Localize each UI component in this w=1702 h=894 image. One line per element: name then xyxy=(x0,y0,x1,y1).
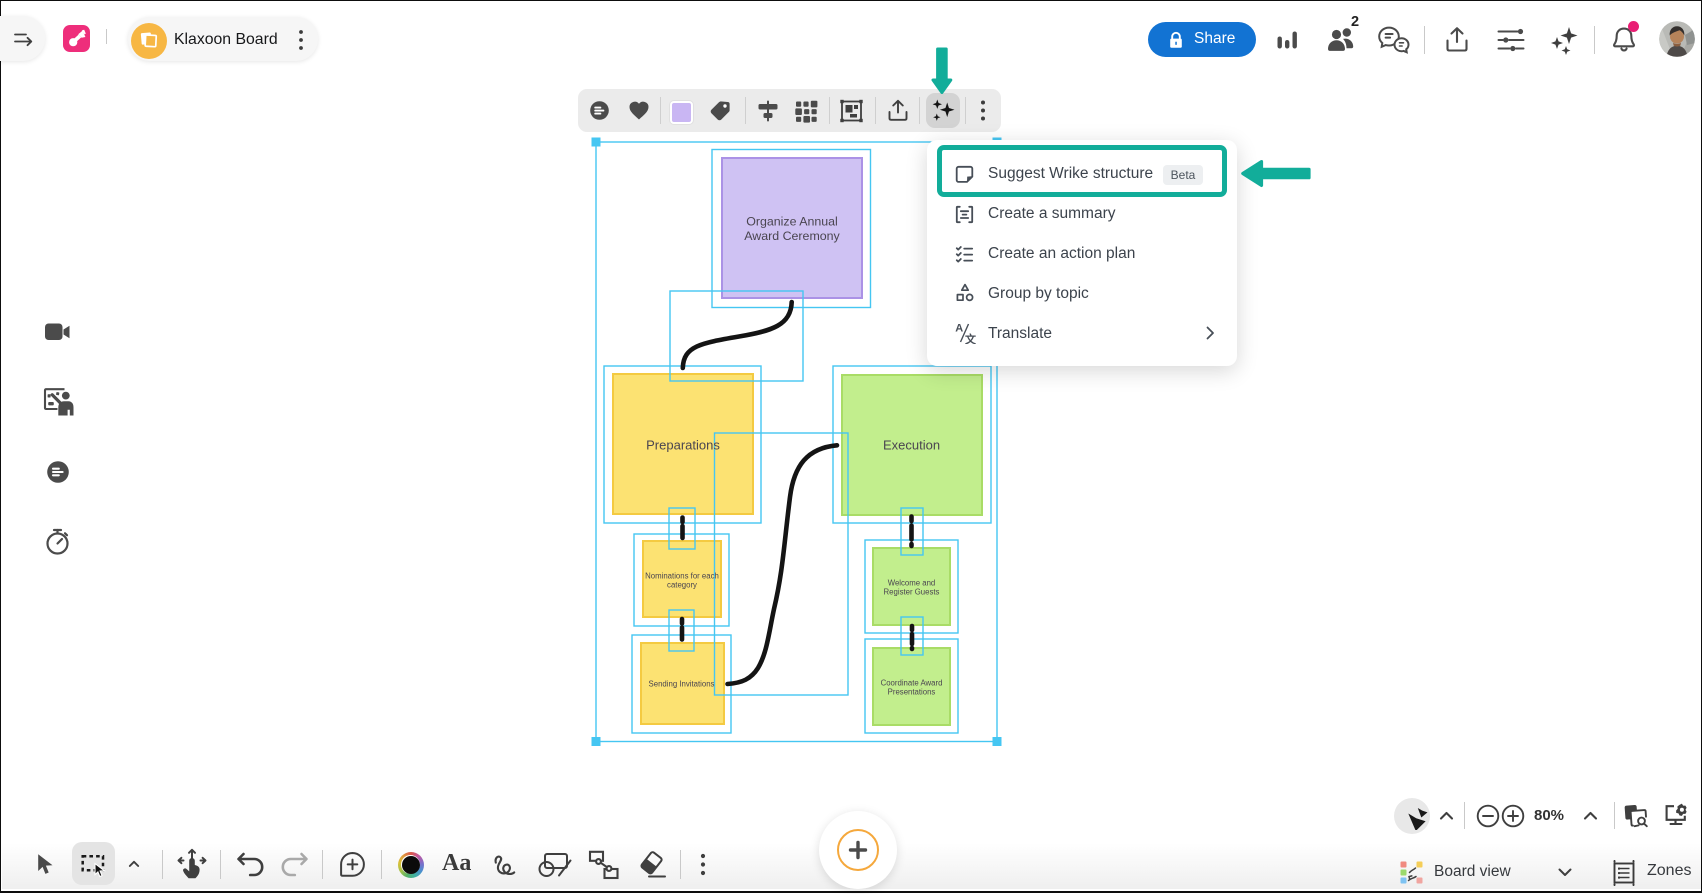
svg-text:A: A xyxy=(955,323,963,335)
svg-text:Coordinate Award: Coordinate Award xyxy=(881,679,943,688)
svg-text:Register Guests: Register Guests xyxy=(884,588,940,597)
svg-text:Preparations: Preparations xyxy=(646,438,720,453)
svg-text:文: 文 xyxy=(965,332,976,344)
svg-text:Award Ceremony: Award Ceremony xyxy=(744,229,840,243)
svg-text:Execution: Execution xyxy=(883,438,940,453)
svg-text:Welcome and: Welcome and xyxy=(888,579,936,588)
svg-text:Sending Invitations: Sending Invitations xyxy=(649,680,715,689)
svg-text:Nominations for each: Nominations for each xyxy=(645,572,719,581)
svg-text:category: category xyxy=(667,581,697,590)
svg-text:Organize Annual: Organize Annual xyxy=(746,215,838,229)
svg-text:Presentations: Presentations xyxy=(888,688,936,697)
